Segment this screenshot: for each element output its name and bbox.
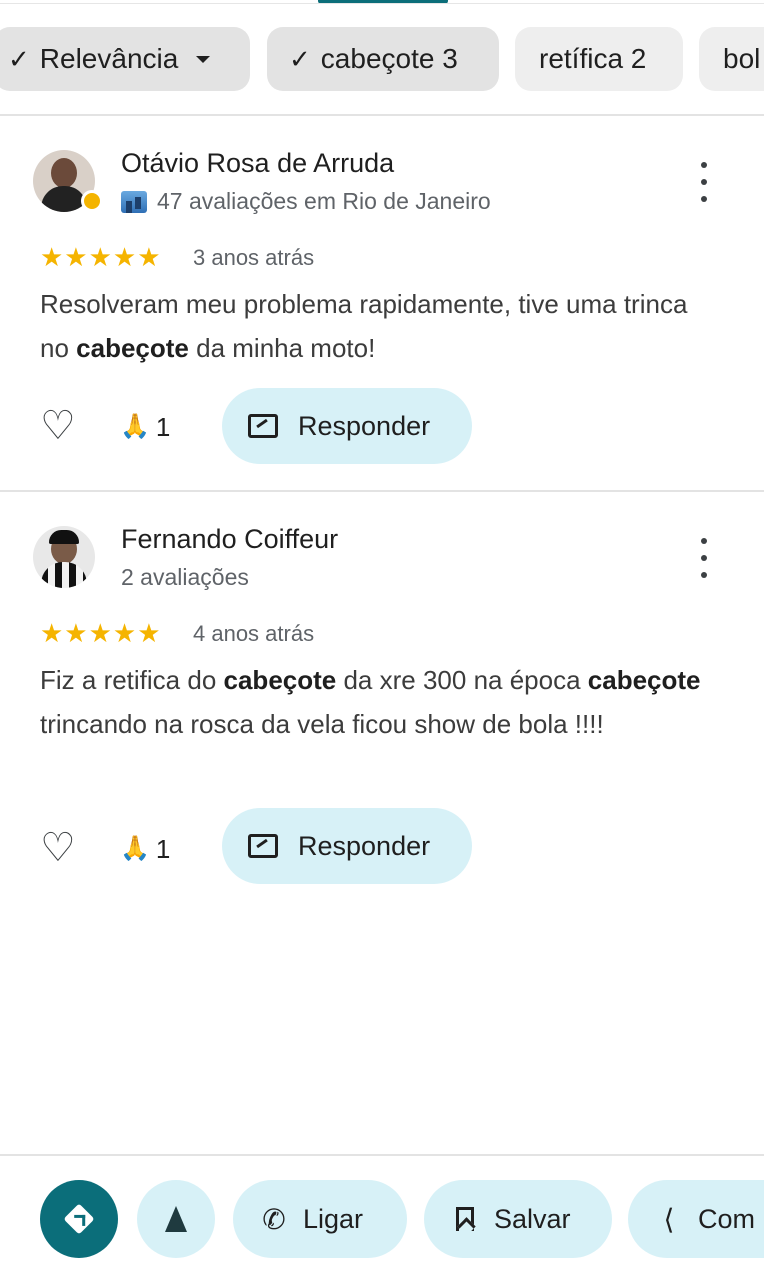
review-card: Otávio Rosa de Arruda 47 avaliações em R… — [0, 114, 764, 492]
filter-chip-label: retífica 2 — [539, 43, 647, 74]
share-button-label: Com — [698, 1203, 756, 1234]
reply-button-label: Responder — [298, 410, 431, 441]
phone-icon: ✆ — [262, 1203, 286, 1235]
sort-chip-label: Relevância — [39, 43, 179, 74]
review-author-meta: 2 avaliações — [121, 564, 249, 591]
save-button-label: Salvar — [494, 1203, 571, 1234]
filter-chip-label: cabeçote 3 — [320, 43, 458, 74]
check-icon: ✓ — [289, 43, 311, 74]
save-button[interactable]: Salvar — [424, 1180, 612, 1258]
star-rating: ★★★★★ — [40, 242, 162, 272]
reaction-count-value: 1 — [155, 412, 171, 442]
review-text: Resolveram meu problema rapidamente, tiv… — [40, 289, 688, 363]
directions-icon — [63, 1203, 95, 1235]
star-rating: ★★★★★ — [40, 618, 162, 648]
check-icon: ✓ — [8, 43, 30, 74]
share-button[interactable]: ⟨ Com — [628, 1180, 764, 1258]
filter-chip-label: bol — [723, 43, 761, 74]
praying-hands-icon: 🙏 — [120, 835, 150, 862]
like-heart-icon[interactable]: ♡ — [40, 828, 76, 868]
filter-chip-bola[interactable]: bol — [699, 27, 764, 91]
filter-chip-cabecote[interactable]: ✓ cabeçote 3 — [267, 27, 499, 91]
call-button-label: Ligar — [303, 1203, 364, 1234]
review-time: 3 anos atrás — [193, 245, 315, 270]
action-bar-divider — [0, 1154, 764, 1156]
reaction-count[interactable]: 🙏 1 — [120, 834, 170, 864]
start-navigation-button[interactable] — [137, 1180, 215, 1258]
avatar[interactable] — [33, 526, 95, 588]
like-heart-icon[interactable]: ♡ — [40, 406, 76, 446]
bottom-action-bar: ✆ Ligar Salvar ⟨ Com — [0, 1180, 764, 1260]
filter-chips: ✓ Relevância ✓ cabeçote 3 retífica 2 bol — [0, 27, 764, 91]
more-options-icon[interactable] — [694, 162, 714, 202]
review-card: Fernando Coiffeur 2 avaliações ★★★★★ 4 a… — [0, 490, 764, 910]
review-author-meta: 47 avaliações em Rio de Janeiro — [121, 188, 491, 215]
bookmark-icon — [456, 1207, 474, 1231]
review-text: Fiz a retifica do cabeçote da xre 300 na… — [40, 665, 701, 739]
reaction-count[interactable]: 🙏 1 — [120, 412, 170, 442]
review-meta-text: 47 avaliações em Rio de Janeiro — [157, 188, 491, 214]
reaction-count-value: 1 — [155, 834, 171, 864]
call-button[interactable]: ✆ Ligar — [233, 1180, 407, 1258]
reply-icon — [248, 414, 278, 438]
share-icon: ⟨ — [663, 1203, 675, 1235]
review-time: 4 anos atrás — [193, 621, 315, 646]
more-options-icon[interactable] — [694, 538, 714, 578]
navigation-arrow-icon — [165, 1206, 187, 1232]
review-author[interactable]: Fernando Coiffeur — [121, 524, 338, 555]
local-guide-badge-icon — [81, 190, 103, 212]
tab-bar-divider — [0, 3, 764, 4]
directions-button[interactable] — [40, 1180, 118, 1258]
review-author[interactable]: Otávio Rosa de Arruda — [121, 148, 394, 179]
reply-icon — [248, 834, 278, 858]
reply-button[interactable]: Responder — [222, 808, 472, 884]
sort-chip[interactable]: ✓ Relevância — [0, 27, 250, 91]
praying-hands-icon: 🙏 — [120, 413, 150, 440]
filter-chip-retifica[interactable]: retífica 2 — [515, 27, 683, 91]
city-icon — [121, 190, 147, 213]
reply-button-label: Responder — [298, 830, 431, 861]
dropdown-caret-icon — [196, 55, 211, 63]
review-meta-text: 2 avaliações — [121, 564, 249, 590]
reply-button[interactable]: Responder — [222, 388, 472, 464]
